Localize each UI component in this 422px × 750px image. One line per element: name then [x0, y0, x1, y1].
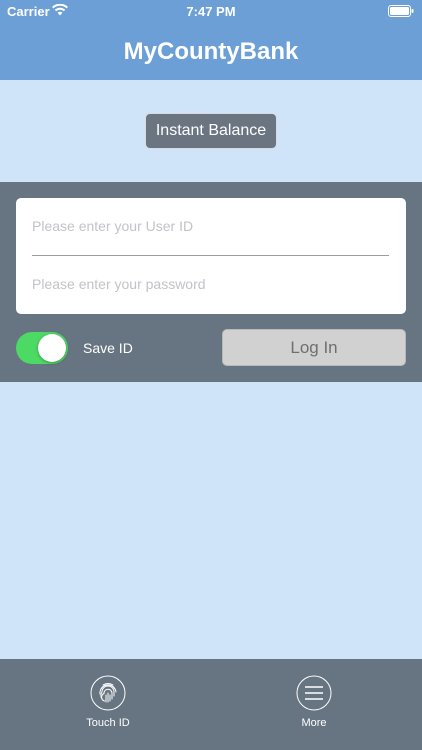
login-button[interactable]: Log In — [222, 329, 406, 366]
field-divider — [32, 255, 389, 256]
menu-icon — [296, 675, 332, 711]
toggle-knob — [38, 334, 66, 362]
tab-touch-id-label: Touch ID — [86, 717, 130, 729]
app-header: Carrier 7:47 PM MyCountyBank — [0, 0, 422, 80]
tab-bar: Touch ID More — [0, 659, 422, 750]
save-id-toggle[interactable] — [16, 332, 68, 364]
app-title: MyCountyBank — [123, 38, 299, 65]
fingerprint-icon — [90, 675, 126, 711]
save-id-label: Save ID — [83, 340, 133, 356]
tab-more-label: More — [301, 717, 327, 729]
tab-touch-id[interactable]: Touch ID — [58, 675, 158, 735]
tab-more[interactable]: More — [264, 675, 364, 735]
battery-icon — [388, 5, 414, 17]
password-field[interactable]: Please enter your password — [32, 264, 389, 304]
instant-balance-area: Instant Balance — [0, 80, 422, 182]
user-id-field[interactable]: Please enter your User ID — [32, 206, 389, 246]
credentials-card: Please enter your User ID Please enter y… — [16, 198, 406, 314]
status-bar: Carrier 7:47 PM — [0, 0, 422, 22]
login-panel: Please enter your User ID Please enter y… — [0, 182, 422, 382]
status-time: 7:47 PM — [186, 4, 236, 19]
instant-balance-button[interactable]: Instant Balance — [145, 113, 277, 149]
